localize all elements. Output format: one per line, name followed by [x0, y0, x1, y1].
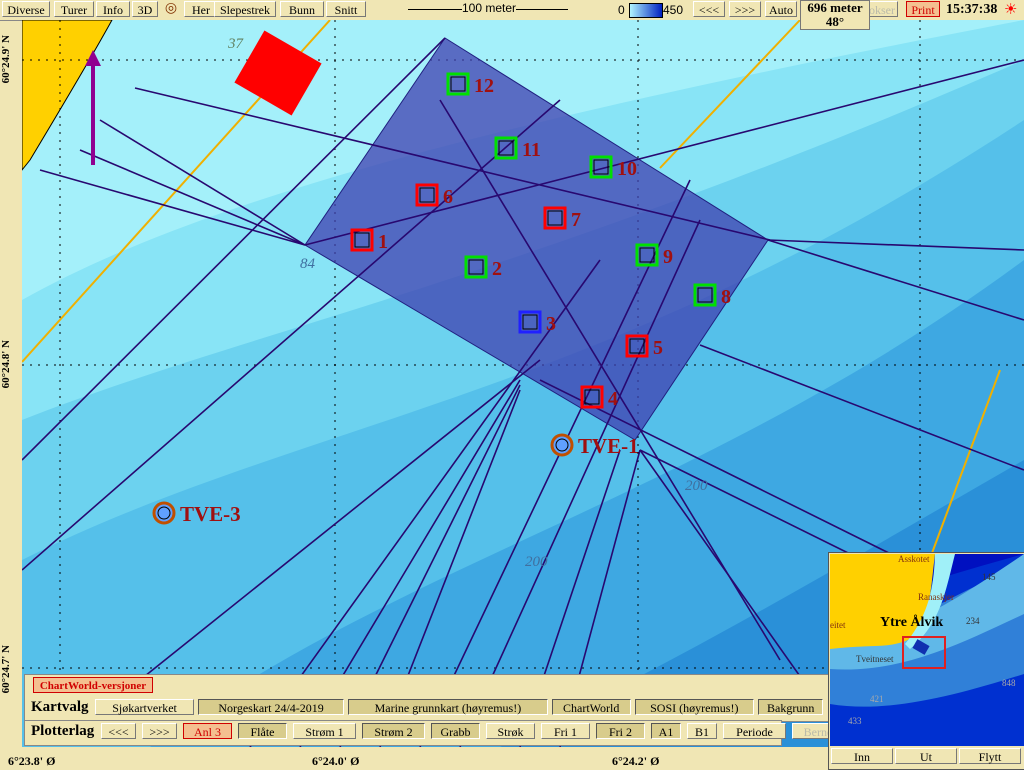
plotter-option[interactable]: Anl 3 [183, 723, 232, 739]
minimap-label: Asskotet [898, 554, 930, 564]
lat-label: 60°24.7' N [0, 645, 12, 694]
station-label: 9 [663, 246, 673, 268]
next-button[interactable]: >>> [729, 1, 761, 17]
toolbar-button-snitt[interactable]: Snitt [326, 1, 366, 17]
kartvalg-option[interactable]: Sjøkartverket [95, 699, 195, 715]
move-button[interactable]: Flytt [959, 748, 1021, 764]
station-label: 3 [546, 313, 556, 335]
minimap-label: 145 [982, 572, 996, 582]
kartvalg-option[interactable]: Bakgrunn [757, 699, 824, 715]
station-label: 1 [378, 231, 388, 253]
kartvalg-option[interactable]: ChartWorld [551, 699, 631, 715]
overview-minimap[interactable]: Ytre Ålvik Asskotet Ranaskjer Tveitneset… [828, 552, 1024, 770]
plotter-option[interactable]: Periode [723, 723, 786, 739]
toolbar-button-her[interactable]: Her [184, 1, 218, 17]
minimap-label: Tveitneset [856, 654, 894, 664]
plotter-option[interactable]: <<< [101, 723, 136, 739]
lon-label: 6°23.8' Ø [8, 754, 56, 768]
kartvalg-panel: ChartWorld-versjoner Kartvalg Sjøkartver… [24, 674, 956, 722]
plotter-option[interactable]: Fri 1 [541, 723, 590, 739]
station-label: 7 [571, 209, 581, 231]
hidden_btn-button[interactable]: okser [866, 1, 898, 17]
toolbar-button-info[interactable]: Info [96, 1, 130, 17]
toolbar-button-3d[interactable]: 3D [132, 1, 158, 17]
auto-button[interactable]: Auto [765, 1, 797, 17]
kartvalg-option[interactable]: Marine grunnkart (høyremus!) [348, 699, 548, 715]
toolbar-button-turer[interactable]: Turer [54, 1, 94, 17]
toolbar: Diverse Turer Info 3D Her Slepestrek Bunn Snitt… [0, 0, 1024, 21]
plotter-option[interactable]: Strøm 2 [362, 723, 425, 739]
depth-min: 0 [618, 3, 625, 17]
station-label: 8 [721, 286, 731, 308]
well-icon [152, 501, 176, 525]
minimap-place: Ytre Ålvik [880, 614, 943, 630]
well-icon [550, 433, 574, 457]
plotter-option[interactable]: Grabb [431, 723, 480, 739]
zoom-in-button[interactable]: Inn [831, 748, 893, 764]
target-icon[interactable]: ◎ [162, 1, 180, 17]
chartworld-versions-button[interactable]: ChartWorld-versjoner [33, 677, 153, 693]
distance: 696 meter [807, 0, 863, 15]
plotter-option[interactable]: B1 [687, 723, 717, 739]
lon-label: 6°24.0' Ø [312, 754, 360, 768]
print-button[interactable]: Print [906, 1, 940, 17]
plotterlag-panel: Plotterlag <<< >>> Anl 3 Flåte Strøm 1 Strøm … [24, 720, 848, 746]
depth-max: 450 [663, 3, 684, 17]
plotter-option[interactable]: Strøk [486, 723, 535, 739]
plotter-option[interactable]: Fri 2 [596, 723, 645, 739]
plotterlag-label: Plotterlag [31, 723, 95, 739]
scale-bar: 100 meter [408, 1, 568, 15]
lat-label: 60°24.8' N [0, 340, 12, 389]
minimap-label: Ranaskjer [918, 592, 954, 602]
kartvalg-option[interactable]: SOSI (høyremus!) [634, 699, 754, 715]
minimap-label: 234 [966, 616, 980, 626]
plotter-option[interactable]: Flåte [238, 723, 287, 739]
zoom-out-button[interactable]: Ut [895, 748, 957, 764]
well-tve-1[interactable]: TVE-1 [550, 433, 639, 458]
well-tve-3[interactable]: TVE-3 [152, 501, 241, 526]
station-label: 4 [608, 388, 618, 410]
plotter-option[interactable]: Strøm 1 [293, 723, 356, 739]
well-label: TVE-1 [578, 434, 639, 458]
station-label: 2 [492, 258, 502, 280]
scale-label: 100 meter [462, 1, 517, 15]
station-label: 11 [522, 139, 541, 161]
well-label: TVE-3 [180, 502, 241, 526]
toolbar-button-bunn[interactable]: Bunn [280, 1, 324, 17]
station-label: 6 [443, 186, 453, 208]
clock: 15:37:38 [946, 2, 998, 17]
minimap-chart[interactable]: Ytre Ålvik Asskotet Ranaskjer Tveitneset… [830, 554, 1024, 746]
kartvalg-option[interactable]: Norgeskart 24/4-2019 [198, 699, 345, 715]
minimap-label: 433 [848, 716, 862, 726]
distance-readout: 696 meter 48° [800, 0, 870, 30]
kartvalg-label: Kartvalg [31, 699, 89, 715]
prev-button[interactable]: <<< [693, 1, 725, 17]
station-label: 12 [474, 75, 494, 97]
toolbar-button-slepestrek[interactable]: Slepestrek [214, 1, 276, 17]
gps-status-icon: ☀ [1004, 2, 1018, 18]
plotter-option[interactable]: A1 [651, 723, 681, 739]
depth-label: 84 [300, 256, 316, 272]
depth-label: 200 [525, 554, 548, 570]
depth-label: 37 [227, 36, 245, 52]
lat-label: 60°24.9' N [0, 35, 12, 84]
plotter-option[interactable]: >>> [142, 723, 177, 739]
lon-label: 6°24.2' Ø [612, 754, 660, 768]
station-label: 5 [653, 337, 663, 359]
minimap-label: 848 [1002, 678, 1016, 688]
toolbar-button-diverse[interactable]: Diverse [2, 1, 50, 17]
minimap-label: 421 [870, 694, 884, 704]
depth-color-scale [629, 3, 663, 18]
depth-label: 200 [685, 478, 708, 494]
station-label: 10 [617, 158, 637, 180]
bearing: 48° [825, 14, 845, 29]
minimap-label: eitet [830, 620, 846, 630]
